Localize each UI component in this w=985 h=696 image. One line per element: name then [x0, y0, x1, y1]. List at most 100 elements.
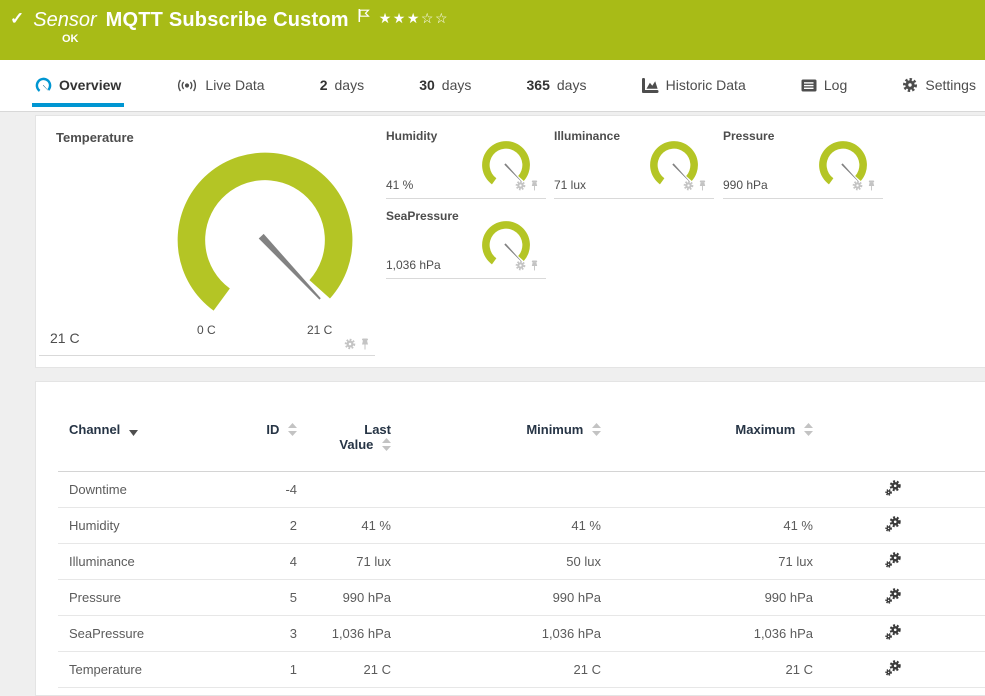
gauge-settings-gear-icon[interactable] — [515, 260, 526, 271]
gauge-title: Illuminance — [554, 129, 620, 143]
column-header-channel[interactable]: Channel — [58, 408, 240, 472]
sort-desc-icon — [129, 424, 138, 439]
cell-minimum — [391, 472, 601, 508]
stars-filled: ★★★ — [379, 10, 421, 26]
priority-flag-icon — [358, 8, 370, 28]
cell-maximum: 990 hPa — [601, 580, 813, 616]
table-row: Pressure 5 990 hPa 990 hPa 990 hPa — [58, 580, 985, 616]
cell-minimum: 21 C — [391, 652, 601, 688]
tab-2-days[interactable]: 2 days — [317, 67, 367, 107]
cell-channel: Pressure — [58, 580, 240, 616]
pin-icon[interactable] — [530, 260, 539, 271]
cell-channel: Temperature — [58, 652, 240, 688]
tab-live-data[interactable]: Live Data — [173, 67, 267, 107]
tab-2-days-number: 2 — [320, 77, 328, 93]
column-header-maximum[interactable]: Maximum — [601, 408, 813, 472]
tab-365-days-number: 365 — [527, 77, 550, 93]
tab-historic-data-label: Historic Data — [666, 77, 746, 93]
tab-bar: Overview Live Data 2 days 30 days 365 da… — [0, 60, 985, 112]
table-row: Humidity 2 41 % 41 % 41 % — [58, 508, 985, 544]
gear-icon — [902, 77, 918, 93]
pin-icon[interactable] — [530, 180, 539, 191]
tab-30-days-number: 30 — [419, 77, 435, 93]
page-title: MQTT Subscribe Custom — [106, 7, 349, 33]
table-row: Illuminance 4 71 lux 50 lux 71 lux — [58, 544, 985, 580]
channel-settings-gears-icon[interactable] — [885, 624, 901, 640]
cell-maximum: 1,036 hPa — [601, 616, 813, 652]
cell-id: 5 — [240, 580, 297, 616]
column-header-id[interactable]: ID — [240, 408, 297, 472]
gauges-panel: Temperature 0 C 21 C 21 C Humidity 41 % — [35, 115, 985, 368]
cell-id: 4 — [240, 544, 297, 580]
gauge-card-illuminance[interactable]: Illuminance 71 lux — [554, 126, 714, 199]
cell-maximum — [601, 472, 813, 508]
tab-historic-data[interactable]: Historic Data — [639, 67, 749, 107]
channel-settings-gears-icon[interactable] — [885, 516, 901, 532]
cell-maximum: 41 % — [601, 508, 813, 544]
pin-icon[interactable] — [698, 180, 707, 191]
channels-panel: Channel ID Last Value — [35, 381, 985, 696]
cell-channel: Illuminance — [58, 544, 240, 580]
tab-live-data-label: Live Data — [205, 77, 264, 93]
tab-365-days[interactable]: 365 days — [524, 67, 590, 107]
tab-365-days-label: days — [557, 77, 587, 93]
sensor-type-label: Sensor — [33, 7, 96, 33]
column-header-last-value[interactable]: Last Value — [297, 408, 391, 472]
gauge-value: 990 hPa — [723, 178, 768, 192]
cell-last-value: 71 lux — [297, 544, 391, 580]
tab-30-days-label: days — [442, 77, 472, 93]
cell-minimum: 1,036 hPa — [391, 616, 601, 652]
tab-overview-label: Overview — [59, 77, 121, 93]
gauge-title: SeaPressure — [386, 209, 459, 223]
tab-log[interactable]: Log — [798, 67, 850, 107]
status-badge: OK — [62, 33, 79, 45]
gauge-card-humidity[interactable]: Humidity 41 % — [386, 126, 546, 199]
gauge-card-seapressure[interactable]: SeaPressure 1,036 hPa — [386, 206, 546, 279]
gauge-title: Temperature — [56, 130, 134, 145]
gauge-settings-gear-icon[interactable] — [852, 180, 863, 191]
table-header-row: Channel ID Last Value — [58, 408, 985, 472]
channel-settings-gears-icon[interactable] — [885, 480, 901, 496]
gauge-value: 21 C — [50, 330, 80, 346]
gauge-settings-gear-icon[interactable] — [515, 180, 526, 191]
cell-minimum: 990 hPa — [391, 580, 601, 616]
priority-stars[interactable]: ★★★☆☆ — [379, 10, 449, 27]
tab-settings[interactable]: Settings — [899, 67, 979, 107]
tab-log-label: Log — [824, 77, 847, 93]
cell-channel: SeaPressure — [58, 616, 240, 652]
channel-settings-gears-icon[interactable] — [885, 660, 901, 676]
sensor-header: ✓ Sensor MQTT Subscribe Custom ★★★☆☆ OK — [0, 0, 985, 60]
gauge-title: Humidity — [386, 129, 437, 143]
broadcast-icon — [176, 78, 198, 93]
gauge-settings-gear-icon[interactable] — [683, 180, 694, 191]
gauge-card-temperature[interactable]: Temperature 0 C 21 C 21 C — [39, 118, 375, 356]
cell-last-value — [297, 472, 391, 508]
tab-2-days-label: days — [335, 77, 365, 93]
channel-settings-gears-icon[interactable] — [885, 552, 901, 568]
channels-table: Channel ID Last Value — [58, 408, 985, 688]
tab-overview[interactable]: Overview — [32, 67, 124, 107]
column-header-minimum[interactable]: Minimum — [391, 408, 601, 472]
table-row: Downtime -4 — [58, 472, 985, 508]
gauge-title: Pressure — [723, 129, 774, 143]
gauge-value: 41 % — [386, 178, 413, 192]
cell-id: 1 — [240, 652, 297, 688]
gauge-card-pressure[interactable]: Pressure 990 hPa — [723, 126, 883, 199]
gauge-value: 71 lux — [554, 178, 586, 192]
cell-minimum: 50 lux — [391, 544, 601, 580]
cell-last-value: 990 hPa — [297, 580, 391, 616]
cell-minimum: 41 % — [391, 508, 601, 544]
gauge-scale-min: 0 C — [197, 323, 216, 337]
pin-icon[interactable] — [867, 180, 876, 191]
sort-icon — [592, 423, 601, 439]
table-row: Temperature 1 21 C 21 C 21 C — [58, 652, 985, 688]
sort-icon — [288, 423, 297, 439]
table-row: SeaPressure 3 1,036 hPa 1,036 hPa 1,036 … — [58, 616, 985, 652]
channel-settings-gears-icon[interactable] — [885, 588, 901, 604]
cell-maximum: 21 C — [601, 652, 813, 688]
gauge-value: 1,036 hPa — [386, 258, 441, 272]
gauge-settings-gear-icon[interactable] — [344, 338, 356, 350]
pin-icon[interactable] — [360, 338, 370, 350]
tab-30-days[interactable]: 30 days — [416, 67, 474, 107]
status-check-icon: ✓ — [10, 7, 24, 31]
